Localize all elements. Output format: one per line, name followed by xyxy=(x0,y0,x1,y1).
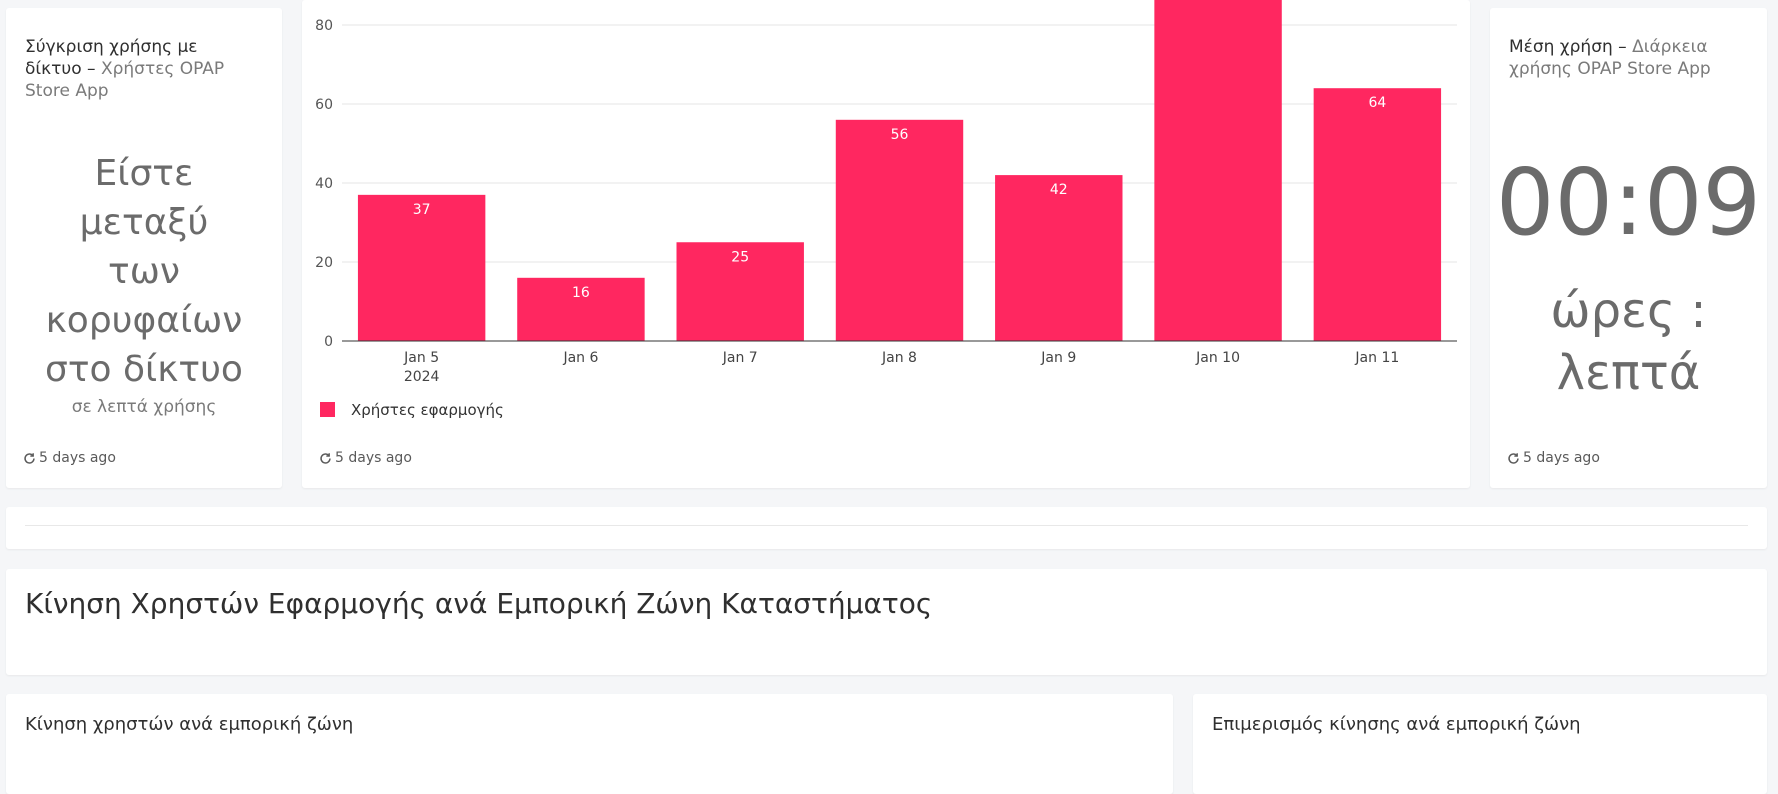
x-tick-label: Jan 11 xyxy=(1354,350,1399,366)
average-usage-title: Μέση χρήση – Διάρκεια χρήσης OPAP Store … xyxy=(1509,37,1711,79)
last-updated: 5 days ago xyxy=(319,450,412,466)
bar-value-label: 42 xyxy=(1050,182,1068,198)
network-comparison-title: Σύγκριση χρήσης με δίκτυο – Χρήστες OPAP… xyxy=(25,37,225,101)
ranking-metric-note: σε λεπτά χρήσης xyxy=(71,397,217,417)
refresh-icon xyxy=(24,452,35,464)
section-header-card: Κίνηση Χρηστών Εφαρμογής ανά Εμπορική Ζώ… xyxy=(6,569,1767,675)
y-tick-label: 20 xyxy=(315,255,333,271)
bar-value-label: 25 xyxy=(731,249,749,265)
ranking-statement: Είστε μεταξύ των κορυφαίων στο δίκτυο xyxy=(45,153,243,390)
x-tick-label: Jan 6 xyxy=(562,350,598,366)
bar-value-label: 64 xyxy=(1368,95,1386,111)
zone-distribution-card: Επιμερισμός κίνησης ανά εμπορική ζώνη xyxy=(1193,694,1767,794)
refresh-icon xyxy=(320,452,331,464)
bar xyxy=(835,119,964,341)
last-updated: 5 days ago xyxy=(1507,450,1600,466)
x-tick-label: Jan 9 xyxy=(1040,350,1076,366)
app-users-bar-chart: 0 20 40 60 80 37 Jan 5 2024 16 Jan 6 25 Jan 7 56 Jan … xyxy=(315,0,1457,419)
x-tick-label: Jan 10 xyxy=(1195,350,1240,366)
x-tick-label: Jan 5 xyxy=(403,350,439,366)
y-tick-label: 80 xyxy=(315,18,333,34)
bar-value-label: 16 xyxy=(572,285,590,301)
divider-card xyxy=(6,507,1767,549)
bar-value-label: 56 xyxy=(891,127,909,143)
bar-value-label: 37 xyxy=(413,202,431,218)
card-title-main: Μέση χρήση xyxy=(1509,37,1613,57)
average-usage-unit: ώρες : λεπτά xyxy=(1550,283,1707,401)
average-usage-card: Μέση χρήση – Διάρκεια χρήσης OPAP Store … xyxy=(1490,8,1767,488)
y-tick-label: 40 xyxy=(315,176,333,192)
x-tick-sublabel: 2024 xyxy=(404,369,440,385)
section-heading: Κίνηση Χρηστών Εφαρμογής ανά Εμπορική Ζώ… xyxy=(25,587,933,620)
zone-traffic-title: Κίνηση χρηστών ανά εμπορική ζώνη xyxy=(25,714,354,735)
average-usage-value: 00:09 xyxy=(1495,149,1762,256)
divider-line xyxy=(25,525,1748,526)
refresh-icon xyxy=(1508,452,1519,464)
legend-swatch xyxy=(320,402,335,417)
bar xyxy=(995,175,1123,341)
zone-distribution-title: Επιμερισμός κίνησης ανά εμπορική ζώνη xyxy=(1212,714,1581,735)
app-users-chart-card: 0 20 40 60 80 37 Jan 5 2024 16 Jan 6 25 Jan 7 56 Jan … xyxy=(302,0,1470,488)
x-tick-label: Jan 7 xyxy=(722,350,758,366)
zone-traffic-card: Κίνηση χρηστών ανά εμπορική ζώνη xyxy=(6,694,1173,794)
y-tick-label: 60 xyxy=(315,97,333,113)
x-tick-label: Jan 8 xyxy=(881,350,917,366)
y-tick-label: 0 xyxy=(324,334,333,350)
legend-label: Χρήστες εφαρμογής xyxy=(351,401,504,419)
bar xyxy=(1313,88,1442,341)
last-updated: 5 days ago xyxy=(23,450,116,466)
network-comparison-card: Σύγκριση χρήσης με δίκτυο – Χρήστες OPAP… xyxy=(6,8,282,488)
bar xyxy=(1154,0,1282,341)
